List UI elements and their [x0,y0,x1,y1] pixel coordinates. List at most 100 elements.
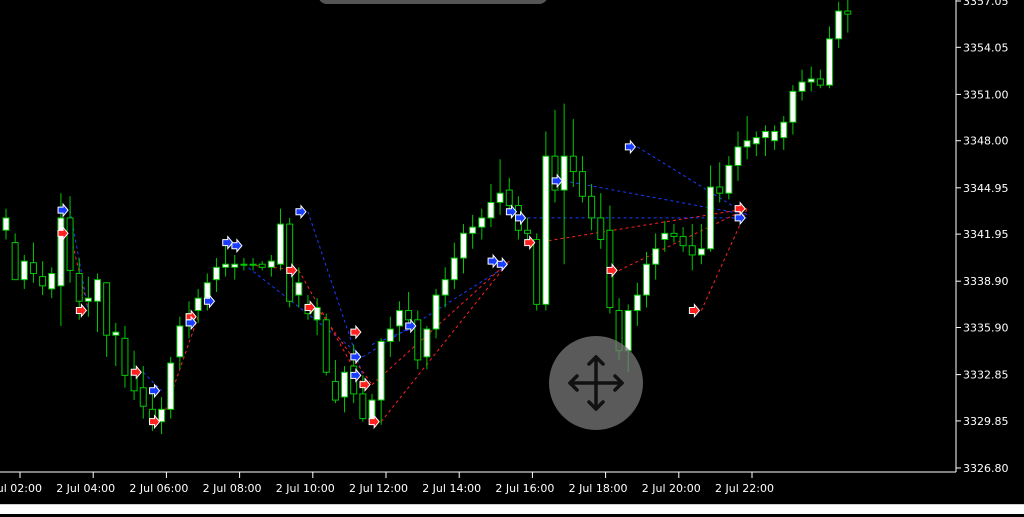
candle-body [194,297,202,312]
candle-body [75,272,83,302]
candle-body [697,248,705,256]
candle-body [386,328,394,342]
candle [103,282,111,357]
candle-body [835,10,843,40]
candle-body [807,78,815,83]
candle [167,356,175,419]
trade-link-line [307,211,364,376]
candle [734,131,742,181]
candle-body [103,282,111,336]
buy-arrow-icon [295,204,307,220]
candle-body [844,10,852,15]
candle [66,196,74,283]
candle [835,1,843,49]
candle [844,0,852,33]
candle-body [597,217,605,241]
candle-body [478,217,486,228]
candle [432,288,440,339]
candle [231,254,239,280]
candle-body [20,260,28,281]
candle-body [798,81,806,92]
time-scale: 2 Jul 02:00 2 Jul 04:00 2 Jul 06:00 2 Jul 0… [0,472,774,495]
candle-body [432,294,440,330]
candle-body [94,279,101,302]
candle-body [533,239,541,305]
candle-body [158,408,166,423]
candle-body [633,294,641,312]
price-tick-label: 3329.85 [963,415,1009,428]
candle-body [295,282,303,296]
candle [469,214,477,249]
price-tick-label: 3344.95 [963,182,1009,195]
candle [212,258,220,293]
candle-body [313,306,321,321]
candle [194,288,202,323]
candle-body [643,263,650,296]
candle [780,116,788,150]
candle [633,282,641,326]
candle [697,224,705,265]
candle [816,69,824,89]
candle-body [277,223,284,265]
candle-body [450,257,458,281]
candle [377,338,385,425]
candle [460,224,467,274]
candle [423,325,431,370]
candle [725,156,733,200]
candle-body [460,232,467,259]
candle [643,251,650,308]
time-tick-label: 2 Jul 14:00 [422,482,481,495]
time-tick-label: 2 Jul 04:00 [56,482,115,495]
buy-arrow-icon [624,139,637,155]
price-tick-label: 3335.90 [963,322,1009,335]
candle-body [652,248,660,265]
candle [2,208,10,240]
candle [652,233,660,280]
time-tick-label: 2 Jul 20:00 [642,482,701,495]
candle [496,159,504,215]
candle-body [780,121,788,139]
candle-body [395,310,403,327]
candle-body [267,260,275,268]
candle-body [578,171,586,197]
candle-body [176,325,184,358]
candle [826,26,833,89]
price-scale: 3357.05 3354.05 3351.00 3348.00 3344.95 3341.… [956,0,1009,475]
time-tick-label: 2 Jul 08:00 [203,482,262,495]
candle-body [286,223,294,302]
candle-body [469,226,477,234]
candle-body [212,266,220,281]
candle-body [816,78,824,86]
candle [551,109,559,203]
candle-body [341,371,349,398]
trade-link-line [371,260,510,386]
price-chart[interactable]: 3357.05 3354.05 3351.00 3348.00 3344.95 3341.… [0,0,1024,513]
candle-body [423,328,431,358]
top-panel-handle[interactable] [318,0,548,4]
candle-body [29,262,37,274]
candle-body [249,263,257,266]
time-tick-label: 2 Jul 06:00 [129,482,188,495]
candle-body [560,155,568,191]
buy-arrow-icon [231,238,243,254]
candle-body [707,186,715,250]
candle-body [761,130,769,139]
candle-body [661,232,669,241]
candle-body [505,189,513,207]
candle-body [487,201,495,219]
candle-body [771,130,779,142]
candle-body [231,263,239,268]
candle [450,242,458,289]
candle-body [752,137,760,145]
price-tick-label: 3351.00 [963,88,1009,101]
candle [286,217,294,308]
move-chart-button[interactable] [549,336,643,430]
candle-body [405,310,413,321]
candle [11,233,19,281]
sell-arrow-icon [75,303,88,318]
candle [414,310,422,370]
candle [798,69,806,101]
candle-body [670,232,678,237]
candle [707,165,715,252]
candle [395,301,403,342]
